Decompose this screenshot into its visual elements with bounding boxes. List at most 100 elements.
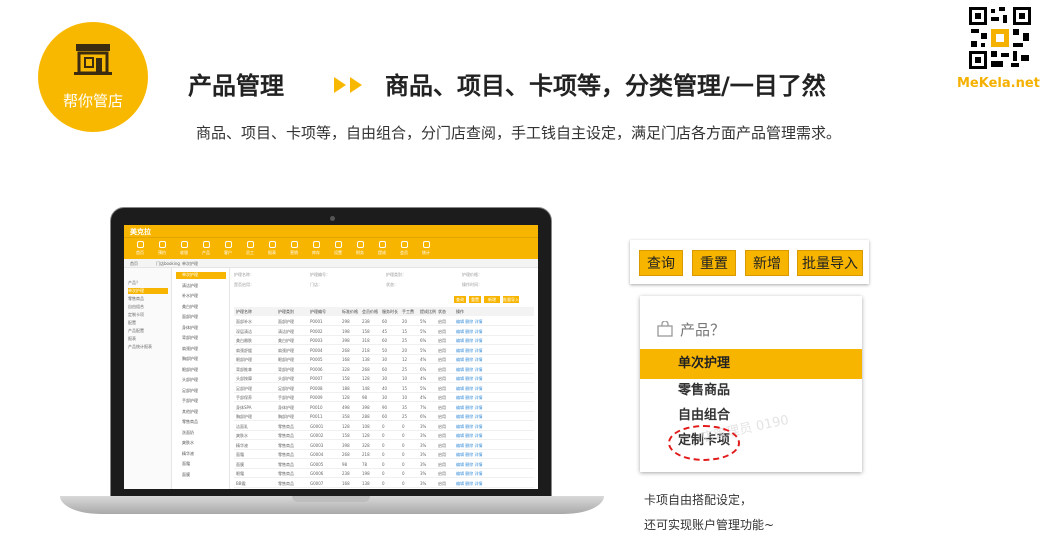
sidebar-subitem[interactable]: 面膜: [176, 472, 226, 479]
sidebar-item[interactable]: 自由组合: [128, 304, 168, 310]
table-row[interactable]: 手部保养 手部护理 P0009 128 98 30 10 4% 启用 编辑 删除 详情: [234, 393, 534, 402]
row-actions[interactable]: 编辑 删除 详情: [456, 376, 483, 382]
nav-item[interactable]: 财务: [352, 241, 368, 256]
nav-item[interactable]: 设置: [330, 241, 346, 256]
sidebar-subitem[interactable]: 肩颈护理: [176, 346, 226, 353]
row-actions[interactable]: 编辑 删除 详情: [456, 462, 483, 468]
nav-item[interactable]: 会员: [396, 241, 412, 256]
table-row[interactable]: 面霜 零售商品 G0004 268 218 0 0 3% 启用 编辑 删除 详情: [234, 450, 534, 459]
row-actions[interactable]: 编辑 删除 详情: [456, 395, 483, 401]
sidebar-subitem[interactable]: 其他护理: [176, 409, 226, 416]
page: 帮你管店 产品管理 商品、项目、卡项等，分类管理/一目了然 商品、项目、卡项等，…: [0, 0, 1055, 558]
sidebar-subitem[interactable]: 身体护理: [176, 325, 226, 332]
sidebar-subitem[interactable]: 头部护理: [176, 377, 226, 384]
table-cell: 50: [382, 347, 388, 353]
row-actions[interactable]: 编辑 删除 详情: [456, 338, 483, 344]
sidebar-subitem[interactable]: 零售商品: [176, 419, 226, 426]
table-row[interactable]: 眼霜 零售商品 G0006 238 198 0 0 3% 启用 编辑 删除 详情: [234, 469, 534, 478]
nav-item[interactable]: 产品: [198, 241, 214, 256]
query-button[interactable]: 查询: [639, 250, 683, 276]
row-actions[interactable]: 编辑 删除 详情: [456, 481, 483, 487]
sidebar-subitem[interactable]: 面霜: [176, 461, 226, 468]
row-actions[interactable]: 编辑 删除 详情: [456, 357, 483, 363]
table-row[interactable]: 面部补水 面部护理 P0001 298 238 60 20 5% 启用 编辑 删除 详情: [234, 317, 534, 326]
row-actions[interactable]: 编辑 删除 详情: [456, 452, 483, 458]
table-row[interactable]: 肩颈舒缓 肩颈护理 P0004 268 218 50 20 5% 启用 编辑 删除 详情: [234, 346, 534, 355]
zoom-button-bar: 查询 重置 新增 批量导入: [630, 240, 869, 284]
sidebar-subitem[interactable]: 补水护理: [176, 293, 226, 300]
sidebar-subitem[interactable]: 美白护理: [176, 304, 226, 311]
row-actions[interactable]: 编辑 删除 详情: [456, 433, 483, 439]
sidebar-subitem[interactable]: 精华液: [176, 451, 226, 458]
sidebar-item[interactable]: 产品统计报表: [128, 344, 168, 350]
sidebar-subitem[interactable]: 洗面奶: [176, 430, 226, 437]
sidebar-subitem[interactable]: 手部护理: [176, 398, 226, 405]
table-row[interactable]: 眼部护理 眼部护理 P0005 168 138 30 12 4% 启用 编辑 删除 详情: [234, 355, 534, 364]
sidebar-item[interactable]: 配置: [128, 320, 168, 326]
nav-label: 客户: [224, 250, 232, 255]
sidebar-item[interactable]: 产品？: [128, 280, 168, 286]
nav-item[interactable]: 员工: [242, 241, 258, 256]
menu-item-single-care[interactable]: 单次护理: [640, 349, 862, 379]
sidebar-subitem[interactable]: 足部护理: [176, 388, 226, 395]
app-tab[interactable]: 首页: [130, 261, 138, 267]
table-cell: 10: [402, 376, 408, 381]
sidebar-item[interactable]: 单次护理: [128, 288, 168, 294]
table-row[interactable]: BB霜 零售商品 G0007 168 138 0 0 3% 启用 编辑 删除 详情: [234, 479, 534, 488]
nav-item[interactable]: 报表: [264, 241, 280, 256]
row-actions[interactable]: 编辑 删除 详情: [456, 405, 483, 411]
app-button[interactable]: 查询: [454, 296, 466, 303]
table-cell: 328: [342, 366, 350, 372]
table-row[interactable]: 深层清洁 清洁护理 P0002 198 158 45 15 5% 启用 编辑 删除 详情: [234, 327, 534, 336]
sidebar-subitem[interactable]: 爽肤水: [176, 440, 226, 447]
nav-item[interactable]: 统计: [418, 241, 434, 256]
sidebar-subitem[interactable]: 眼部护理: [176, 367, 226, 374]
app-button[interactable]: 新增: [484, 296, 500, 303]
table-row[interactable]: 头部按摩 头部护理 P0007 158 128 30 10 4% 启用 编辑 删除 详情: [234, 374, 534, 383]
table-row[interactable]: 洁面乳 零售商品 G0001 128 108 0 0 3% 启用 编辑 删除 详情: [234, 422, 534, 431]
app-tab[interactable]: 门店booking: [156, 261, 180, 267]
row-actions[interactable]: 编辑 删除 详情: [456, 471, 483, 477]
table-row[interactable]: 身体SPA 身体护理 P0010 498 398 90 35 7% 启用 编辑 删除 详情: [234, 403, 534, 412]
sidebar-item[interactable]: 报表: [128, 336, 168, 342]
row-actions[interactable]: 编辑 删除 详情: [456, 367, 483, 373]
sidebar-subitem[interactable]: 背部护理: [176, 335, 226, 342]
nav-item[interactable]: 客户: [220, 241, 236, 256]
table-row[interactable]: 胸部护理 胸部护理 P0011 358 288 60 25 6% 启用 编辑 删除 详情: [234, 412, 534, 421]
table-row[interactable]: 面膜 零售商品 G0005 98 78 0 0 3% 启用 编辑 删除 详情: [234, 460, 534, 469]
reset-button[interactable]: 重置: [692, 250, 736, 276]
nav-item[interactable]: 收银: [176, 241, 192, 256]
sidebar-subitem[interactable]: 单次护理: [176, 272, 226, 279]
sidebar-subitem[interactable]: 清洁护理: [176, 283, 226, 290]
table-row[interactable]: 足部护理 足部护理 P0008 188 148 40 15 5% 启用 编辑 删除 详情: [234, 384, 534, 393]
row-actions[interactable]: 编辑 删除 详情: [456, 414, 483, 420]
app-button[interactable]: 批量导入: [503, 296, 519, 303]
table-row[interactable]: 精华液 零售商品 G0003 398 328 0 0 3% 启用 编辑 删除 详情: [234, 441, 534, 450]
table-row[interactable]: 爽肤水 零售商品 G0002 158 128 0 0 3% 启用 编辑 删除 详情: [234, 431, 534, 440]
nav-item[interactable]: 库存: [308, 241, 324, 256]
batch-import-button[interactable]: 批量导入: [797, 250, 863, 276]
table-row[interactable]: 美白嫩肤 美白护理 P0003 398 318 60 25 6% 启用 编辑 删除 详情: [234, 336, 534, 345]
nav-label: 产品: [202, 250, 210, 255]
row-actions[interactable]: 编辑 删除 详情: [456, 443, 483, 449]
row-actions[interactable]: 编辑 删除 详情: [456, 386, 483, 392]
sidebar-item[interactable]: 定制卡项: [128, 312, 168, 318]
sidebar-item[interactable]: 零售商品: [128, 296, 168, 302]
row-actions[interactable]: 编辑 删除 详情: [456, 424, 483, 430]
sidebar-subitem[interactable]: 面部护理: [176, 314, 226, 321]
add-button[interactable]: 新增: [745, 250, 789, 276]
table-cell: P0001: [310, 319, 323, 324]
sidebar-subitem[interactable]: 胸部护理: [176, 356, 226, 363]
sidebar-item[interactable]: 产品配置: [128, 328, 168, 334]
table-row[interactable]: 背部推拿 背部护理 P0006 328 268 60 25 6% 启用 编辑 删除 详情: [234, 365, 534, 374]
row-actions[interactable]: 编辑 删除 详情: [456, 319, 483, 325]
nav-item[interactable]: 营销: [286, 241, 302, 256]
row-actions[interactable]: 编辑 删除 详情: [456, 348, 483, 354]
row-actions[interactable]: 编辑 删除 详情: [456, 329, 483, 335]
app-button[interactable]: 重置: [469, 296, 481, 303]
app-tab[interactable]: 单次护理: [182, 261, 198, 267]
nav-item[interactable]: 预约: [154, 241, 170, 256]
nav-item[interactable]: 首页: [132, 241, 148, 256]
nav-item[interactable]: 提成: [374, 241, 390, 256]
table-cell: 启用: [438, 385, 446, 391]
